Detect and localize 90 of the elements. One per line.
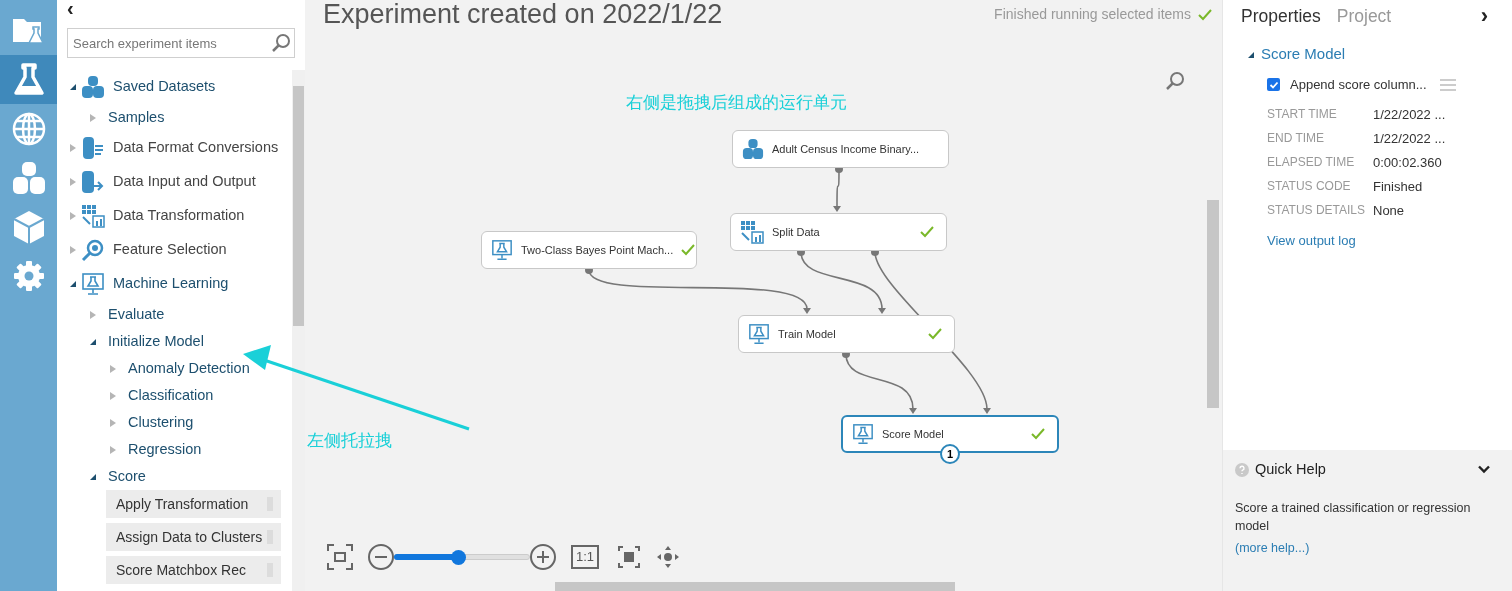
annotation-text: 左侧托拉拽 (307, 430, 392, 452)
zoom-out-icon[interactable] (368, 544, 394, 570)
triangle-icon[interactable] (89, 472, 97, 481)
property-label: STATUS CODE (1267, 178, 1352, 196)
database-list-icon (81, 136, 105, 160)
tree-item[interactable]: Initialize Model (108, 330, 204, 353)
module-node[interactable]: Adult Census Income Binary... (732, 130, 949, 168)
tree-item[interactable]: Evaluate (108, 303, 165, 326)
slider-thumb[interactable] (450, 549, 466, 565)
module-node[interactable]: Split Data (730, 213, 947, 251)
module-label: Adult Census Income Binary... (772, 141, 921, 157)
property-label: END TIME (1267, 130, 1326, 148)
globe-icon (10, 110, 47, 147)
collapse-button[interactable]: ‹ (67, 0, 74, 16)
tree-item[interactable]: Feature Selection (113, 239, 227, 261)
more-help-link[interactable]: (more help...) (1235, 540, 1310, 555)
tree-item[interactable]: Classification (128, 384, 214, 407)
module-item[interactable]: Score Matchbox Rec (106, 556, 281, 584)
tree-item[interactable]: Data Transformation (113, 205, 245, 227)
fit-selection-icon[interactable] (617, 545, 642, 569)
menu-icon[interactable] (1439, 78, 1456, 91)
triangle-icon[interactable] (89, 337, 97, 346)
property-label: STATUS DETAILS (1267, 202, 1366, 220)
check-icon (681, 244, 696, 256)
module-node[interactable]: Two-Class Bayes Point Mach... (481, 231, 697, 269)
check-icon (1198, 8, 1212, 21)
tree-item[interactable]: Regression (128, 438, 202, 461)
module-label: Two-Class Bayes Point Mach... (521, 242, 674, 258)
module-item[interactable]: Assign Data to Clusters (106, 523, 281, 551)
help-icon (1235, 462, 1249, 477)
property-label: ELAPSED TIME (1267, 154, 1356, 172)
database-cylinders-icon (742, 138, 764, 160)
option-label: Append score column... (1290, 75, 1427, 94)
run-status: Finished running selected items (994, 5, 1191, 24)
module-node[interactable]: Train Model (738, 315, 955, 353)
property-value: 1/22/2022 ... (1373, 105, 1446, 124)
scrollbar[interactable] (292, 70, 305, 591)
database-cylinders-icon (81, 75, 105, 99)
property-value: Finished (1373, 177, 1423, 196)
grid-chart-icon (81, 204, 105, 228)
triangle-icon[interactable] (69, 83, 77, 91)
rail-item[interactable] (0, 55, 57, 104)
property-value: 0:00:02.360 (1373, 153, 1442, 172)
annotation-text: 右侧是拖拽后组成的运行单元 (626, 92, 847, 114)
tree-item[interactable]: Anomaly Detection (128, 357, 250, 380)
module-label: Split Data (772, 224, 821, 240)
tree-item[interactable]: Machine Learning (113, 273, 229, 295)
pan-icon[interactable] (656, 545, 681, 569)
property-value: 1/22/2022 ... (1373, 129, 1446, 148)
zoom-in-icon[interactable] (530, 544, 556, 570)
triangle-icon[interactable] (69, 280, 77, 288)
collapse-button[interactable]: › (1480, 7, 1488, 26)
check-icon (928, 328, 942, 340)
monitor-flask-icon (81, 272, 105, 296)
monitor-flask-icon (748, 323, 770, 345)
database-export-icon (81, 170, 105, 194)
database-cylinders-icon (10, 159, 47, 196)
fit-screen-icon[interactable] (327, 544, 353, 570)
search-icon[interactable] (1165, 71, 1185, 91)
tree-item[interactable]: Data Format Conversions (113, 137, 279, 159)
tree-item[interactable]: Saved Datasets (113, 76, 216, 98)
section-title[interactable]: Score Model (1261, 43, 1346, 66)
port-count-badge: 1 (940, 444, 960, 464)
search-field[interactable]: Search experiment items (67, 28, 295, 58)
check-icon (1031, 428, 1045, 440)
experiment-title: Experiment created on 2022/1/22 (323, 0, 723, 31)
check-icon (920, 226, 934, 238)
checkbox[interactable] (1267, 78, 1280, 91)
tree-item[interactable]: Score (108, 465, 146, 488)
property-value: None (1373, 201, 1405, 220)
tree-item[interactable]: Samples (108, 106, 165, 129)
quick-help-title: Quick Help (1255, 460, 1327, 479)
grid-chart-icon (740, 220, 764, 244)
tree-item[interactable]: Clustering (128, 411, 194, 434)
module-label: Score Model (882, 426, 945, 442)
tree-item[interactable]: Data Input and Output (113, 171, 256, 193)
monitor-flask-icon (491, 239, 513, 261)
property-label: START TIME (1267, 106, 1338, 124)
output-log-link[interactable]: View output log (1267, 231, 1488, 251)
magnifier-icon (81, 238, 105, 262)
zoom-slider[interactable] (394, 549, 530, 565)
monitor-flask-icon (852, 423, 874, 445)
panel-tab[interactable]: Properties (1241, 3, 1321, 30)
chevron-icon[interactable] (1478, 465, 1490, 475)
module-label: Train Model (778, 326, 837, 342)
triangle-icon[interactable] (1247, 50, 1255, 59)
search-icon[interactable] (271, 33, 291, 53)
actual-size-button[interactable]: 1:1 (571, 545, 600, 569)
module-item[interactable]: Apply Transformation (106, 490, 281, 518)
help-text: Score a trained classification or regression model (1235, 499, 1472, 535)
